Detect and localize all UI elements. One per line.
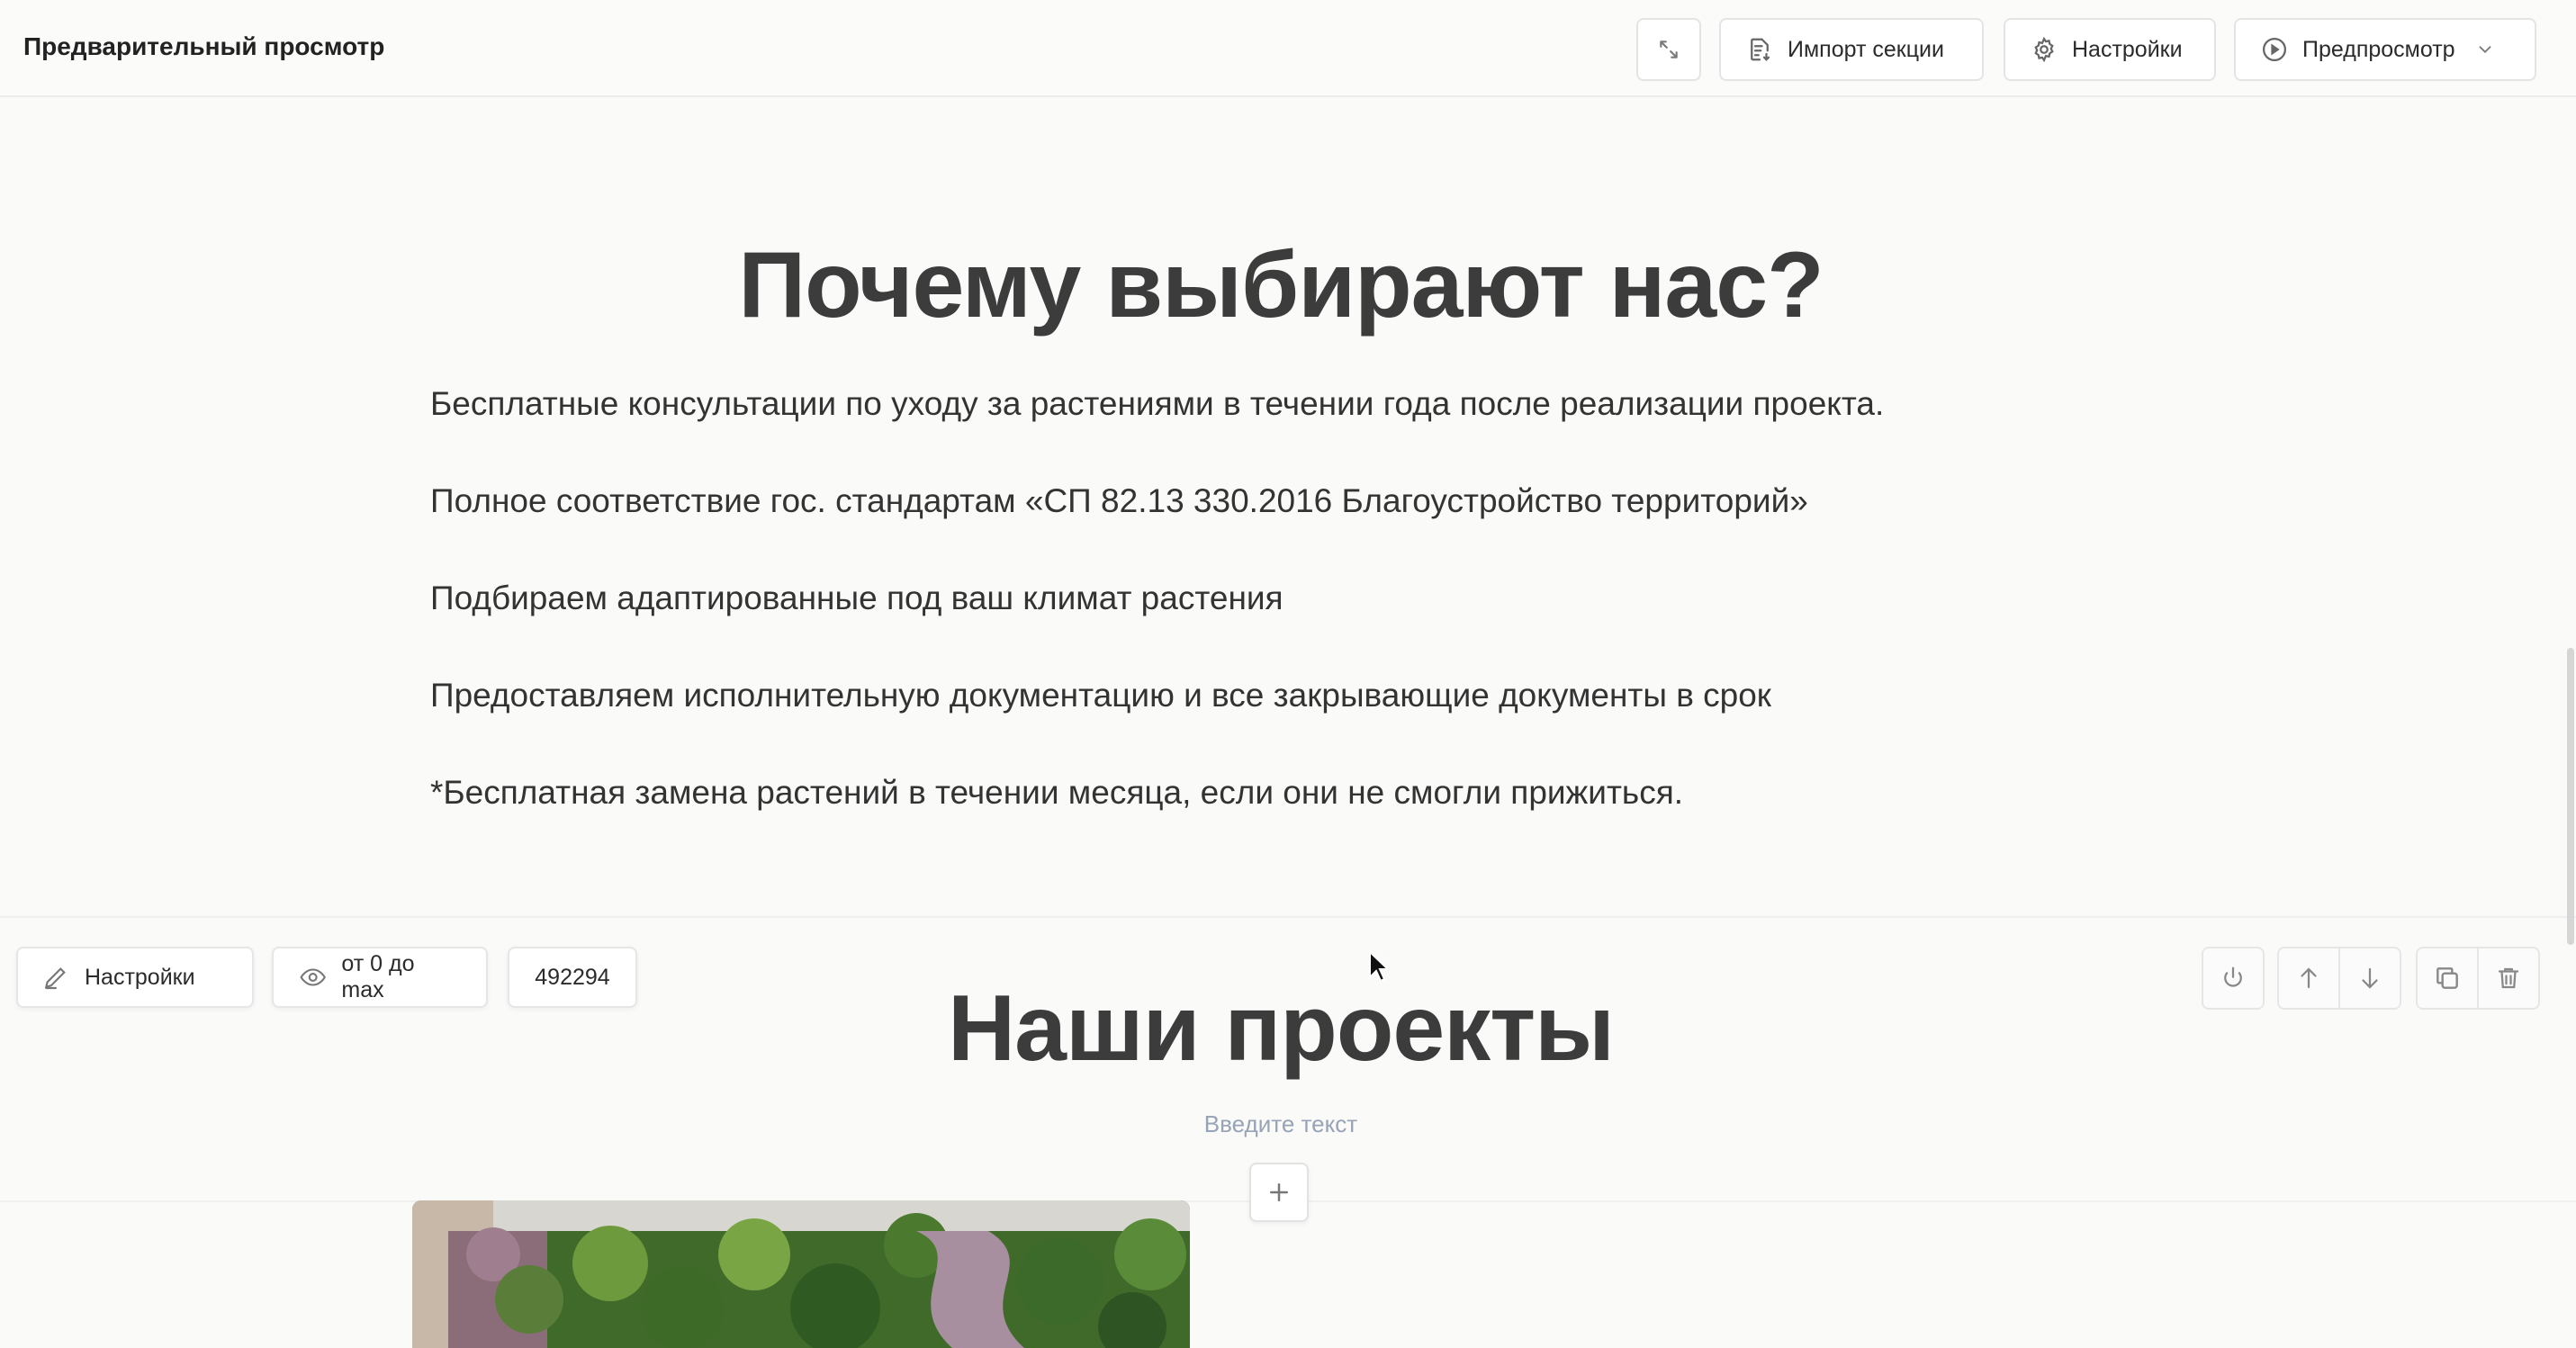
green-wall-image bbox=[412, 1200, 1190, 1348]
expand-button[interactable] bbox=[1636, 18, 1701, 81]
mouse-cursor-icon bbox=[1368, 949, 1391, 987]
top-toolbar: Предварительный просмотр Импорт секции Н… bbox=[0, 0, 2576, 97]
feature-item: Бесплатные консультации по уходу за раст… bbox=[430, 385, 1885, 422]
feature-item: *Бесплатная замена растений в течении ме… bbox=[430, 774, 1684, 811]
section-heading: Почему выбирают нас? bbox=[738, 233, 1824, 337]
text-placeholder[interactable]: Введите текст bbox=[0, 1110, 2562, 1138]
expand-icon bbox=[1660, 40, 1678, 58]
project-image[interactable] bbox=[412, 1200, 1190, 1348]
settings-button[interactable]: Настройки bbox=[2004, 18, 2216, 81]
plus-icon bbox=[1270, 1183, 1288, 1201]
preview-button[interactable]: Предпросмотр bbox=[2234, 18, 2536, 81]
play-circle-icon bbox=[2263, 38, 2286, 61]
feature-item: Предоставляем исполнительную документаци… bbox=[430, 677, 1771, 714]
feature-item: Подбираем адаптированные под ваш климат … bbox=[430, 580, 1283, 616]
features-list: Бесплатные консультации по уходу за раст… bbox=[430, 383, 2230, 869]
feature-item: Полное соответствие гос. стандартам «СП … bbox=[430, 482, 1808, 519]
document-import-icon bbox=[1751, 38, 1770, 61]
import-section-label: Импорт секции bbox=[1788, 36, 1944, 62]
preview-label: Предпросмотр bbox=[2302, 36, 2455, 62]
settings-label: Настройки bbox=[2072, 36, 2183, 62]
gear-icon bbox=[2034, 36, 2054, 63]
chevron-down-icon[interactable] bbox=[2475, 40, 2495, 59]
page-title: Предварительный просмотр bbox=[23, 32, 385, 60]
projects-heading: Наши проекты bbox=[948, 976, 1615, 1081]
import-section-button[interactable]: Импорт секции bbox=[1719, 18, 1984, 81]
scrollbar[interactable] bbox=[2567, 648, 2574, 945]
section-why-us: Почему выбирают нас? Бесплатные консульт… bbox=[0, 97, 2576, 918]
add-element-button[interactable] bbox=[1249, 1163, 1309, 1222]
